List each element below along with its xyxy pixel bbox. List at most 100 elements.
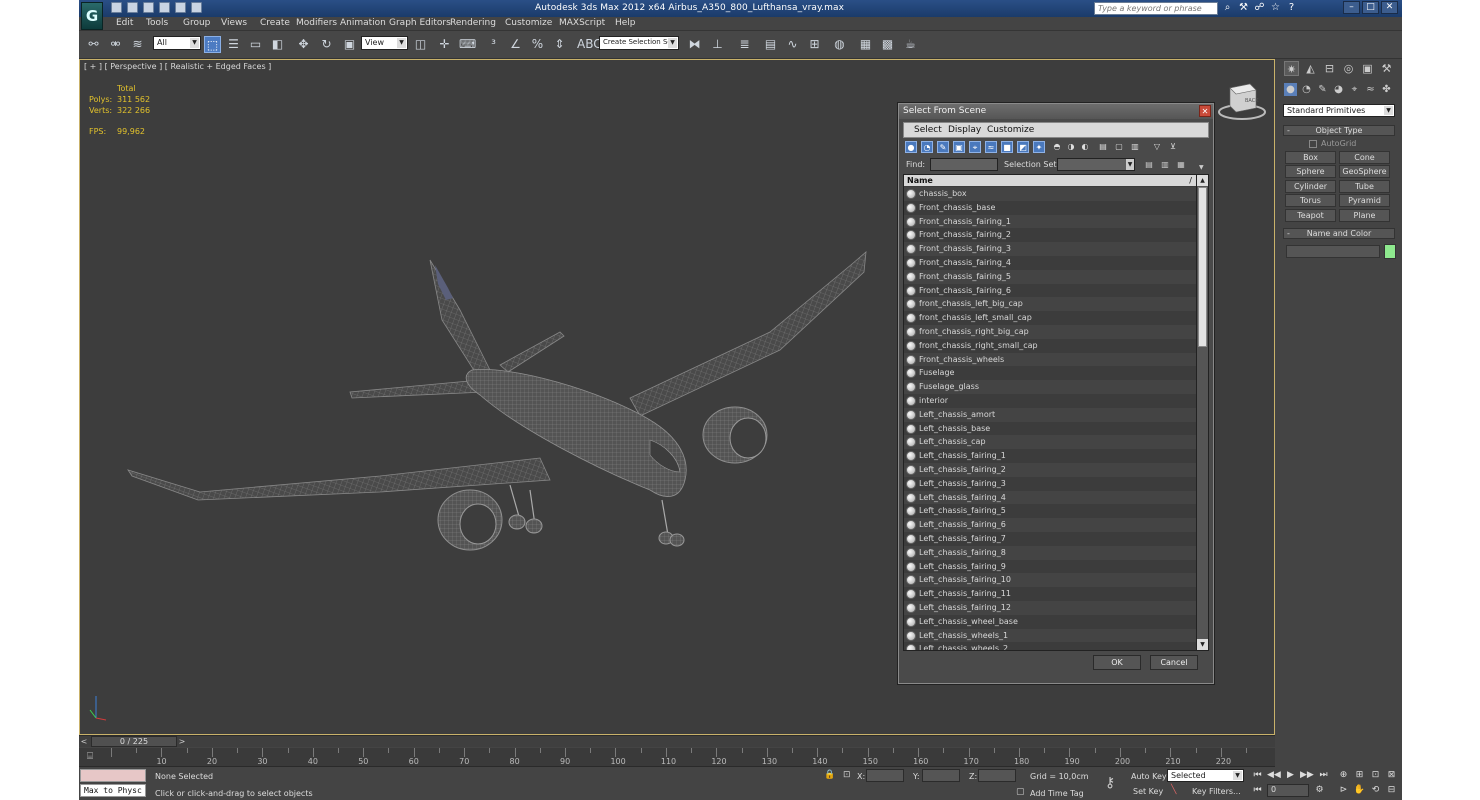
track-bar[interactable]: ⌸ 10 20 30 40 50 60 70 80 90 100 110 120 130 140 150 16… xyxy=(79,748,1275,767)
list-item[interactable]: Left_chassis_fairing_3 xyxy=(904,476,1196,491)
binoculars-icon[interactable]: ⌕ xyxy=(1222,2,1233,13)
display-bones-icon[interactable]: ✦ xyxy=(1033,141,1045,153)
menu-create[interactable]: Create xyxy=(260,18,290,28)
display-groups-icon[interactable]: ■ xyxy=(1001,141,1013,153)
list-scrollbar[interactable]: ▲ ▼ xyxy=(1196,175,1208,650)
z-coordinate-input[interactable] xyxy=(978,769,1016,782)
select-invert-icon[interactable]: ▥ xyxy=(1129,141,1141,153)
render-production-icon[interactable]: ☕ xyxy=(902,36,919,53)
scroll-down-icon[interactable]: ▼ xyxy=(1197,639,1208,650)
filter-icon[interactable]: ▽ xyxy=(1151,141,1163,153)
display-all-icon[interactable]: ◓ xyxy=(1051,141,1063,153)
display-helpers-icon[interactable]: ⌖ xyxy=(969,141,981,153)
geometry-icon[interactable]: ● xyxy=(1284,83,1297,96)
maximize-viewport-icon[interactable]: ⊟ xyxy=(1385,784,1398,797)
primitive-type-dropdown[interactable]: Standard Primitives ▼ xyxy=(1283,104,1395,117)
cone-button[interactable]: Cone xyxy=(1339,151,1390,164)
maximize-button[interactable]: □ xyxy=(1362,1,1379,14)
list-item[interactable]: Left_chassis_wheel_base xyxy=(904,614,1196,629)
geosphere-button[interactable]: GeoSphere xyxy=(1339,165,1390,178)
scale-icon[interactable]: ▣ xyxy=(341,36,358,53)
pivot-center-icon[interactable]: ◫ xyxy=(412,36,429,53)
key-mode-dropdown[interactable]: Selected ▼ xyxy=(1167,769,1244,782)
favorites-star-icon[interactable]: ☆ xyxy=(1270,2,1281,13)
curve-editor-mini-icon[interactable]: ⌸ xyxy=(87,751,93,762)
list-item[interactable]: Left_chassis_wheels_2 xyxy=(904,642,1196,650)
cancel-button[interactable]: Cancel xyxy=(1150,655,1198,670)
display-shapes-icon[interactable]: ◔ xyxy=(921,141,933,153)
communication-icon[interactable]: ☍ xyxy=(1254,2,1265,13)
unlink-icon[interactable]: ⚮ xyxy=(107,36,124,53)
select-none-icon[interactable]: ▢ xyxy=(1113,141,1125,153)
time-slider[interactable]: 0 / 225 xyxy=(91,736,177,747)
list-item[interactable]: Left_chassis_cap xyxy=(904,435,1196,450)
list-item[interactable]: front_chassis_right_big_cap xyxy=(904,324,1196,339)
display-cameras-icon[interactable]: ▣ xyxy=(953,141,965,153)
spinner-snap-icon[interactable]: ⇕ xyxy=(551,36,568,53)
rectangle-selection-icon[interactable]: ▭ xyxy=(247,36,264,53)
dialog-menu-select[interactable]: Select xyxy=(914,125,942,135)
angle-snap-icon[interactable]: ∠ xyxy=(507,36,524,53)
select-object-icon[interactable]: ⬚ xyxy=(204,36,221,53)
edit-named-selection-icon[interactable]: ABC xyxy=(577,36,602,53)
cameras-icon[interactable]: ◕ xyxy=(1332,83,1345,96)
list-item[interactable]: front_chassis_left_small_cap xyxy=(904,311,1196,325)
named-selection-dropdown[interactable]: Create Selection Se ▼ xyxy=(599,36,679,50)
name-color-rollout-header[interactable]: - Name and Color xyxy=(1283,228,1395,239)
helpers-icon[interactable]: ⌖ xyxy=(1348,83,1361,96)
maxscript-mini-listener[interactable]: Max to Physc xyxy=(80,784,146,797)
menu-rendering[interactable]: Rendering xyxy=(450,18,496,28)
material-editor-icon[interactable]: ◍ xyxy=(831,36,848,53)
save-file-icon[interactable] xyxy=(143,2,154,13)
reference-coordinate-dropdown[interactable]: View ▼ xyxy=(361,36,408,50)
list-item[interactable]: Front_chassis_fairing_4 xyxy=(904,255,1196,270)
motion-tab-icon[interactable]: ◎ xyxy=(1341,61,1356,76)
autogrid-checkbox[interactable]: AutoGrid xyxy=(1309,139,1356,148)
orbit-icon[interactable]: ⟲ xyxy=(1369,784,1382,797)
utilities-tab-icon[interactable]: ⚒ xyxy=(1379,61,1394,76)
dialog-menu-display[interactable]: Display xyxy=(948,125,981,135)
viewcube[interactable]: BACK xyxy=(1217,82,1267,120)
rotate-icon[interactable]: ↻ xyxy=(318,36,335,53)
list-item[interactable]: Left_chassis_base xyxy=(904,421,1196,436)
next-frame-icon[interactable]: > xyxy=(177,736,187,747)
find-input[interactable] xyxy=(930,158,998,171)
undo-icon[interactable] xyxy=(159,2,170,13)
select-manipulate-icon[interactable]: ✛ xyxy=(436,36,453,53)
modify-tab-icon[interactable]: ◭ xyxy=(1303,61,1318,76)
app-logo-button[interactable]: G xyxy=(81,2,103,30)
redo-icon[interactable] xyxy=(175,2,186,13)
display-xrefs-icon[interactable]: ◩ xyxy=(1017,141,1029,153)
go-to-start-icon[interactable]: ⏮ xyxy=(1251,769,1264,782)
ok-button[interactable]: OK xyxy=(1093,655,1141,670)
close-button[interactable]: ✕ xyxy=(1381,1,1398,14)
render-setup-icon[interactable]: ▦ xyxy=(857,36,874,53)
menu-animation[interactable]: Animation xyxy=(340,18,386,28)
menu-maxscript[interactable]: MAXScript xyxy=(559,18,605,28)
list-item[interactable]: Left_chassis_fairing_4 xyxy=(904,490,1196,505)
menu-modifiers[interactable]: Modifiers xyxy=(296,18,337,28)
next-key-icon[interactable]: ▶▶ xyxy=(1300,769,1314,782)
set-key-mode-icon[interactable]: ⚷ xyxy=(1105,775,1115,791)
list-item[interactable]: Front_chassis_fairing_3 xyxy=(904,242,1196,256)
time-configuration-icon[interactable]: ⚙ xyxy=(1313,784,1326,797)
display-none-icon[interactable]: ◑ xyxy=(1065,141,1077,153)
list-item[interactable]: Left_chassis_fairing_11 xyxy=(904,587,1196,601)
absolute-mode-icon[interactable]: ⊡ xyxy=(843,770,851,780)
list-item[interactable]: front_chassis_left_big_cap xyxy=(904,297,1196,312)
list-item[interactable]: Left_chassis_fairing_2 xyxy=(904,462,1196,477)
list-item[interactable]: Left_chassis_fairing_9 xyxy=(904,559,1196,574)
create-tab-icon[interactable]: ✷ xyxy=(1284,61,1299,76)
schematic-view-icon[interactable]: ⊞ xyxy=(806,36,823,53)
keyboard-shortcut-icon[interactable]: ⌨ xyxy=(459,36,476,53)
shapes-icon[interactable]: ◔ xyxy=(1300,83,1313,96)
list-item[interactable]: Fuselage xyxy=(904,366,1196,381)
go-to-end-icon[interactable]: ⏭ xyxy=(1317,769,1330,782)
new-file-icon[interactable] xyxy=(111,2,122,13)
list-item[interactable]: Front_chassis_fairing_2 xyxy=(904,228,1196,243)
list-item[interactable]: Front_chassis_wheels xyxy=(904,352,1196,367)
minimize-button[interactable]: – xyxy=(1343,1,1360,14)
layer-manager-icon[interactable]: ≣ xyxy=(736,36,753,53)
mirror-icon[interactable]: ⧓ xyxy=(686,36,703,53)
torus-button[interactable]: Torus xyxy=(1285,194,1336,207)
